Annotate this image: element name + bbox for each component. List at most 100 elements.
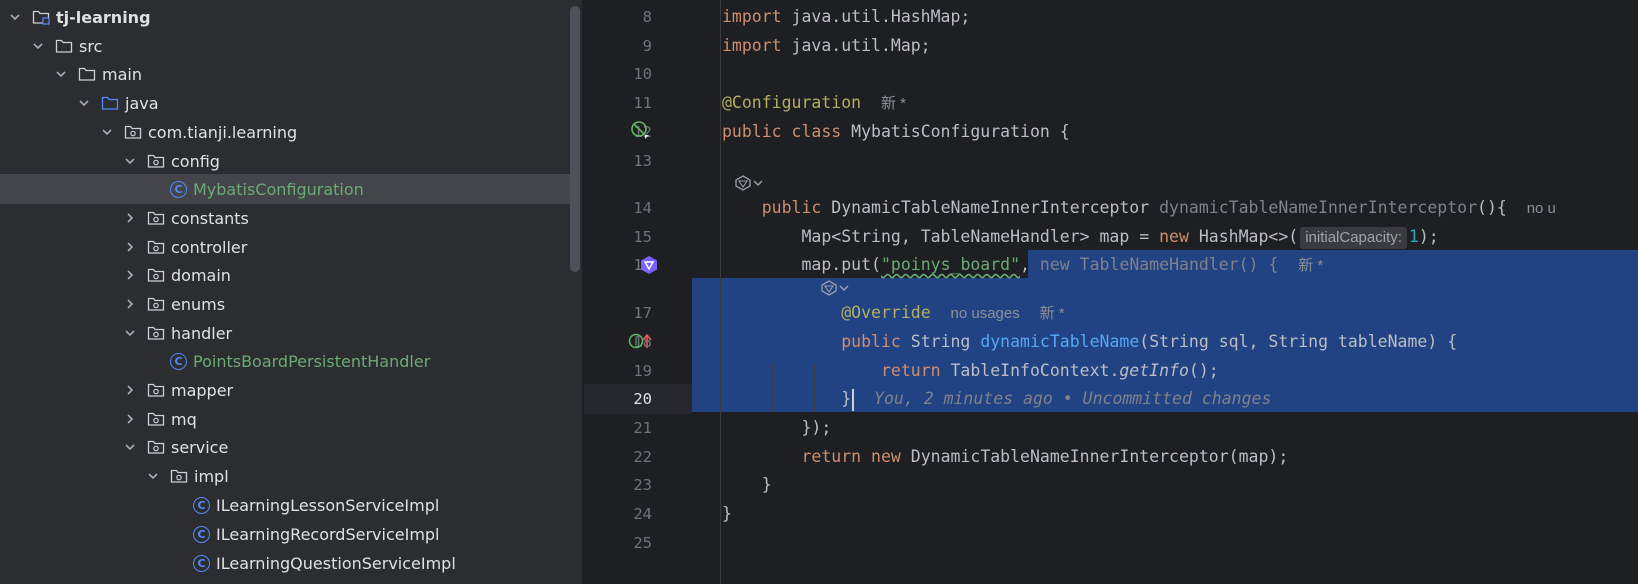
chevron-right-icon[interactable] (123, 297, 137, 311)
class-icon: C (170, 180, 187, 198)
tree-item-main[interactable]: main (0, 59, 570, 89)
code-line-9[interactable]: import java.util.Map; (722, 31, 931, 61)
package-icon (147, 439, 165, 455)
chevron-right-icon[interactable] (123, 412, 137, 426)
tree-item-label: controller (171, 237, 248, 257)
tree-item-label: src (79, 36, 103, 56)
tree-item-ilearningquestionserviceimpl[interactable]: C ILearningQuestionServiceImpl (0, 548, 570, 578)
code-line-14[interactable]: public DynamicTableNameInnerInterceptor … (722, 193, 1556, 223)
tree-item-mapper[interactable]: mapper (0, 375, 570, 405)
class-icon: C (193, 554, 210, 572)
module-icon (32, 9, 50, 25)
code-line-8[interactable]: import java.util.HashMap; (722, 2, 970, 32)
tree-item-label: MybatisConfiguration (193, 179, 364, 199)
tree-item-tj-learning[interactable]: tj-learning (0, 2, 570, 32)
chevron-right-icon[interactable] (123, 240, 137, 254)
line-number: 15 (633, 228, 652, 246)
tree-scrollbar[interactable] (570, 6, 580, 272)
chevron-down-icon[interactable] (123, 440, 137, 454)
line-number: 9 (642, 37, 652, 55)
tree-item-label: com.tianji.learning (148, 122, 298, 142)
folder-icon (78, 66, 96, 82)
tree-item-label: mapper (171, 380, 234, 400)
chevron-down-icon[interactable] (146, 469, 160, 483)
code-line-11[interactable]: @Configuration 新 * (722, 88, 906, 118)
ai-inlay-icon[interactable] (734, 175, 764, 191)
tree-item-label: mq (171, 409, 197, 429)
git-blame-hint: You, 2 minutes ago • Uncommitted changes (874, 389, 1272, 408)
parameter-hint: initialCapacity: (1300, 226, 1407, 249)
chevron-down-icon[interactable] (8, 10, 22, 24)
tree-item-handler[interactable]: handler (0, 318, 570, 348)
gutter-separator (720, 0, 721, 584)
bean-config-gutter-icon[interactable] (630, 120, 650, 140)
tree-item-label: main (102, 64, 142, 84)
tree-item-src[interactable]: src (0, 31, 570, 61)
author-badge: 新 * (1298, 257, 1324, 274)
chevron-down-icon[interactable] (31, 39, 45, 53)
code-line-18[interactable]: public String dynamicTableName(String sq… (722, 327, 1457, 357)
tree-item-domain[interactable]: domain (0, 260, 570, 290)
tree-item-mq[interactable]: mq (0, 404, 570, 434)
tree-item-label: ILearningRecordServiceImpl (216, 524, 440, 544)
package-icon (124, 124, 142, 140)
tree-item-label: enums (171, 294, 226, 314)
chevron-right-icon[interactable] (123, 211, 137, 225)
tree-item-service[interactable]: service (0, 432, 570, 462)
package-icon (147, 267, 165, 283)
tree-item-ilearningrecordserviceimpl[interactable]: C ILearningRecordServiceImpl (0, 519, 570, 549)
tree-item-label: PointsBoardPersistentHandler (193, 351, 431, 371)
ai-inlay-icon[interactable] (820, 280, 850, 296)
package-icon (147, 296, 165, 312)
line-number: 17 (633, 304, 652, 322)
chevron-down-icon[interactable] (123, 154, 137, 168)
code-line-22[interactable]: return new DynamicTableNameInnerIntercep… (722, 442, 1288, 472)
tree-item-mybatisconfiguration[interactable]: C MybatisConfiguration (0, 174, 570, 204)
tree-item-ilearninglessonserviceimpl[interactable]: C ILearningLessonServiceImpl (0, 490, 570, 520)
tree-item-com-tianji-learning[interactable]: com.tianji.learning (0, 117, 570, 147)
tree-item-java[interactable]: java (0, 88, 570, 118)
chevron-down-icon[interactable] (77, 96, 91, 110)
tree-item-label: java (125, 93, 159, 113)
tree-item-label: domain (171, 265, 231, 285)
tree-item-config[interactable]: config (0, 146, 570, 176)
tree-item-label: constants (171, 208, 249, 228)
author-badge: 新 * (880, 95, 906, 112)
text-caret (852, 388, 855, 411)
code-line-19[interactable]: return TableInfoContext.getInfo(); (722, 356, 1219, 386)
code-line-15[interactable]: Map<String, TableNameHandler> map = new … (722, 222, 1439, 252)
usage-hint: no usages (950, 305, 1020, 322)
chevron-right-icon[interactable] (123, 268, 137, 282)
code-line-12[interactable]: public class MybatisConfiguration { (722, 117, 1070, 147)
code-line-23[interactable]: } (722, 470, 772, 500)
tree-item-label: ILearningLessonServiceImpl (216, 495, 440, 515)
code-line-21[interactable]: }); (722, 413, 831, 443)
implements-method-gutter-icon[interactable]: I (628, 331, 654, 351)
line-number: 24 (633, 505, 652, 523)
line-number: 13 (633, 152, 652, 170)
tree-item-impl[interactable]: impl (0, 461, 570, 491)
package-icon (147, 153, 165, 169)
tree-item-controller[interactable]: controller (0, 232, 570, 262)
code-line-24[interactable]: } (722, 499, 732, 529)
ai-assistant-gutter-icon[interactable] (639, 255, 659, 275)
code-line-16[interactable]: map.put("poinys_board", new TableNameHan… (722, 250, 1323, 280)
line-number: 8 (642, 8, 652, 26)
package-icon (147, 210, 165, 226)
tree-item-constants[interactable]: constants (0, 203, 570, 233)
chevron-down-icon (839, 285, 849, 292)
tree-item-label: ILearningQuestionServiceImpl (216, 553, 456, 573)
class-icon: C (193, 525, 210, 543)
project-tree-panel: tj-learning src main java com.tianji.learnin… (0, 0, 582, 584)
chevron-right-icon[interactable] (123, 383, 137, 397)
package-icon (170, 468, 188, 484)
chevron-down-icon[interactable] (100, 125, 114, 139)
chevron-down-icon[interactable] (54, 67, 68, 81)
chevron-down-icon (753, 180, 763, 187)
chevron-down-icon[interactable] (123, 326, 137, 340)
tree-item-pointsboardpersistenthandler[interactable]: C PointsBoardPersistentHandler (0, 346, 570, 376)
tree-item-enums[interactable]: enums (0, 289, 570, 319)
code-line-17[interactable]: @Override no usages 新 * (722, 298, 1064, 328)
code-line-20[interactable]: } You, 2 minutes ago • Uncommitted chang… (722, 384, 1271, 414)
tree-item-label: config (171, 151, 220, 171)
